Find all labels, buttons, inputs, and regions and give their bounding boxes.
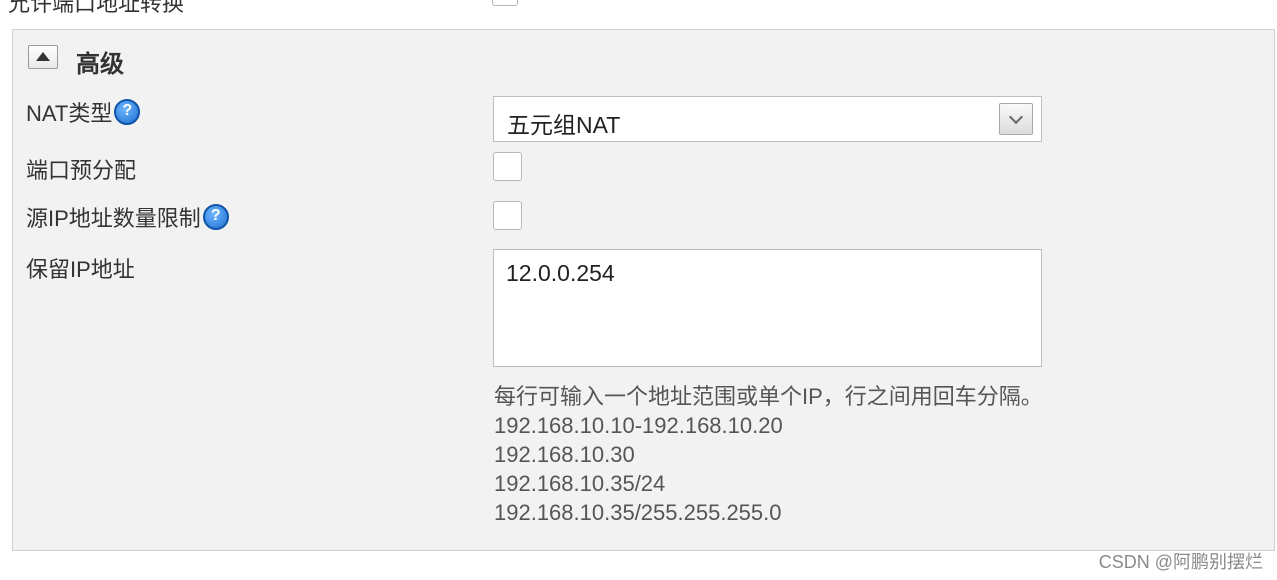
hint-line: 每行可输入一个地址范围或单个IP，行之间用回车分隔。 [494,384,1043,409]
hint-line: 192.168.10.35/24 [494,471,666,496]
reserved-ip-textarea[interactable]: 12.0.0.254 [493,249,1042,367]
src-ip-limit-checkbox[interactable] [493,201,522,230]
section-title: 高级 [76,51,124,78]
src-ip-limit-label-text: 源IP地址数量限制 [26,206,201,231]
collapse-button[interactable] [28,45,58,69]
reserved-ip-value: 12.0.0.254 [506,260,615,286]
triangle-up-icon [36,52,50,61]
hint-line: 192.168.10.30 [494,442,635,467]
chevron-down-icon[interactable] [999,103,1033,135]
advanced-panel: 高级 NAT类型 ? 五元组NAT 端口预分配 源IP地址数量限制 ? 保留IP… [12,29,1275,551]
reserved-ip-label: 保留IP地址 [26,257,135,282]
port-address-translation-label: 允许端口地址转换 [8,0,185,16]
nat-type-label: NAT类型 ? [26,96,141,128]
src-ip-limit-label: 源IP地址数量限制 ? [26,201,229,233]
nat-type-select[interactable]: 五元组NAT [493,96,1042,142]
port-address-translation-checkbox[interactable] [492,0,518,6]
hint-line: 192.168.10.10-192.168.10.20 [494,413,783,438]
hint-line: 192.168.10.35/255.255.255.0 [494,500,782,525]
port-prealloc-label: 端口预分配 [26,158,137,183]
nat-type-label-text: NAT类型 [26,101,113,126]
top-row: 允许端口地址转换 [0,0,1277,16]
watermark: CSDN @阿鹏别摆烂 [1098,552,1263,572]
port-prealloc-checkbox[interactable] [493,152,522,181]
help-icon[interactable]: ? [202,204,229,230]
help-icon[interactable]: ? [114,99,141,125]
hint-text: 每行可输入一个地址范围或单个IP，行之间用回车分隔。 192.168.10.10… [494,382,1043,527]
nat-type-value: 五元组NAT [507,112,621,138]
